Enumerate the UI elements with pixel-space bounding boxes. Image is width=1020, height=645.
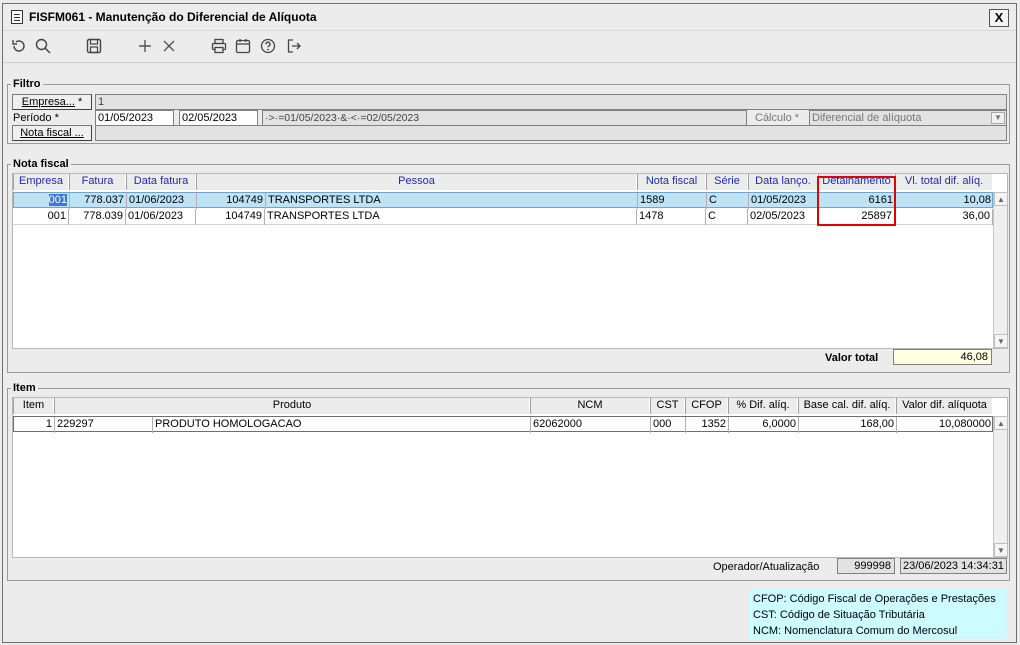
cell-pct-dif: 6,0000 [729,417,799,433]
cell-pessoa-nome: TRANSPORTES LTDA [265,209,637,225]
cell-nota-fiscal: 1478 [637,209,706,225]
cell-serie: C [706,209,748,225]
col-data-fatura[interactable]: Data fatura [126,174,196,190]
col-produto[interactable]: Produto [54,398,530,414]
main-window: FISFM061 - Manutenção do Diferencial de … [2,3,1017,643]
periodo-label: Período * [13,112,59,124]
cell-pessoa-nome: TRANSPORTES LTDA [266,193,638,209]
empresa-required: * [77,96,83,108]
cell-fatura: 778.039 [69,209,126,225]
delete-icon[interactable] [158,37,180,59]
cell-item: 1 [14,417,55,433]
col-cfop[interactable]: CFOP [685,398,728,414]
document-icon [11,10,23,24]
exit-icon[interactable] [283,37,305,59]
cell-data-lanc: 01/05/2023 [749,193,819,209]
atualizacao-field: 23/06/2023 14:34:31 [900,558,1007,574]
nota-fiscal-table: Empresa Fatura Data fatura Pessoa Nota f… [12,173,1008,349]
add-icon[interactable] [134,37,156,59]
legend-box: CFOP: Código Fiscal de Operações e Prest… [749,589,1007,639]
nota-fiscal-field[interactable] [95,125,1007,141]
cell-empresa-value: 001 [48,194,67,206]
help-icon[interactable] [257,37,279,59]
cell-data-fatura: 01/06/2023 [126,209,196,225]
empresa-button-label: Empresa... [21,96,75,108]
cell-vl-total: 10,08 [896,193,994,209]
periodo-start-input[interactable]: 01/05/2023 [95,110,174,126]
col-nota-fiscal[interactable]: Nota fiscal [637,174,706,190]
col-empresa[interactable]: Empresa [13,174,69,190]
cell-nota-fiscal: 1589 [638,193,707,209]
nota-fiscal-button[interactable]: Nota fiscal ... [12,125,92,141]
valor-total-label: Valor total [825,352,879,364]
item-group-label: Item [11,382,38,394]
calculo-value: Diferencial de alíquota [812,112,922,124]
detalhamento-highlight [817,176,896,226]
cell-ncm: 62062000 [531,417,651,433]
cell-empresa: 001 [14,193,70,209]
col-item[interactable]: Item [13,398,54,414]
cell-data-fatura: 01/06/2023 [127,193,197,209]
cell-valor-dif: 10,080000 [897,417,994,433]
col-base-cal[interactable]: Base cal. dif. alíq. [798,398,896,414]
empresa-button[interactable]: Empresa... * [12,94,92,110]
cell-serie: C [707,193,749,209]
col-cst[interactable]: CST [650,398,685,414]
cell-vl-total: 36,00 [895,209,993,225]
item-table: Item Produto NCM CST CFOP % Dif. alíq. B… [12,397,1008,558]
save-icon[interactable] [83,37,105,59]
col-fatura[interactable]: Fatura [69,174,126,190]
nota-scrollbar[interactable]: ▲ ▼ [993,192,1008,348]
print-icon[interactable] [208,37,230,59]
cell-pessoa-cod: 104749 [197,193,266,209]
operador-field: 999998 [837,558,895,574]
scroll-down-icon[interactable]: ▼ [994,334,1008,348]
col-ncm[interactable]: NCM [530,398,650,414]
title-bar: FISFM061 - Manutenção do Diferencial de … [3,4,1016,31]
calendar-icon[interactable] [232,37,254,59]
empresa-field[interactable]: 1 [95,94,1007,110]
table-row[interactable]: 1 229297 PRODUTO HOMOLOGACAO 62062000 00… [13,416,994,433]
col-pct-dif[interactable]: % Dif. alíq. [728,398,798,414]
scroll-up-icon[interactable]: ▲ [994,416,1008,430]
col-serie[interactable]: Série [706,174,748,190]
undo-icon[interactable] [8,37,30,59]
col-data-lanc[interactable]: Data lanço. [748,174,818,190]
col-valor-dif[interactable]: Valor dif. alíquota [896,398,993,414]
chevron-down-icon[interactable]: ▼ [991,112,1005,124]
nota-fiscal-button-label: Nota fiscal ... [20,127,84,139]
close-button[interactable]: X [989,9,1009,27]
cell-produto-cod: 229297 [55,417,153,433]
cell-base-cal: 168,00 [799,417,897,433]
periodo-end-input[interactable]: 02/05/2023 [179,110,258,126]
calculo-label: Cálculo * [755,112,800,124]
calculo-select[interactable]: Diferencial de alíquota ▼ [809,110,1007,126]
cell-cfop: 1352 [686,417,729,433]
item-scrollbar[interactable]: ▲ ▼ [993,416,1008,557]
legend-cfop: CFOP: Código Fiscal de Operações e Prest… [753,593,996,605]
cell-pessoa-cod: 104749 [196,209,265,225]
scroll-up-icon[interactable]: ▲ [994,192,1008,206]
scroll-down-icon[interactable]: ▼ [994,543,1008,557]
cell-empresa: 001 [13,209,69,225]
periodo-expression: ·>·=01/05/2023·&·<·=02/05/2023 [262,110,747,126]
legend-ncm: NCM: Nomenclatura Comum do Mercosul [753,625,958,637]
filtro-label: Filtro [11,78,43,90]
col-vl-total[interactable]: Vl. total dif. alíq. [895,174,993,190]
cell-cst: 000 [651,417,686,433]
nota-fiscal-group-label: Nota fiscal [11,158,71,170]
valor-total-field: 46,08 [893,349,992,365]
window-title: FISFM061 - Manutenção do Diferencial de … [29,10,317,24]
cell-produto-nome: PRODUTO HOMOLOGACAO [153,417,531,433]
col-pessoa[interactable]: Pessoa [196,174,637,190]
toolbar-divider [3,62,1016,63]
cell-data-lanc: 02/05/2023 [748,209,818,225]
legend-cst: CST: Código de Situação Tributária [753,609,925,621]
operador-label: Operador/Atualização [713,561,820,573]
search-icon[interactable] [32,37,54,59]
cell-fatura: 778.037 [70,193,127,209]
